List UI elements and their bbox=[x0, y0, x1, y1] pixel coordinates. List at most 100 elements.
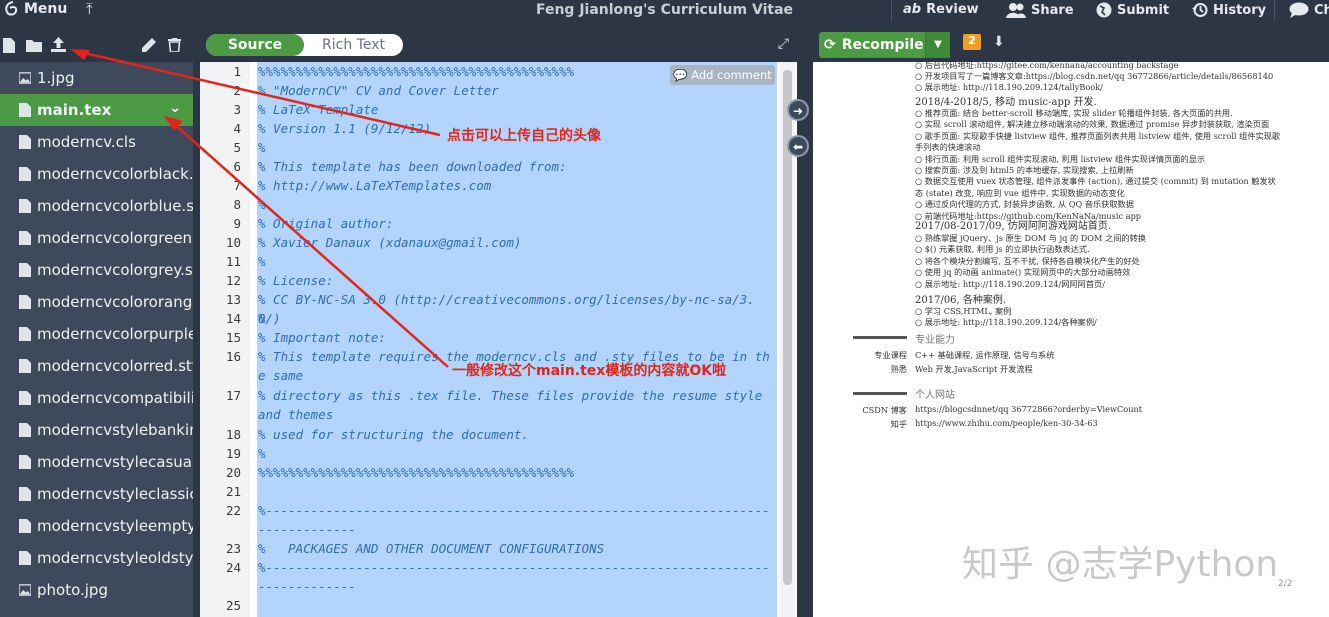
chevron-down-icon[interactable]: ⌄ bbox=[169, 100, 181, 116]
code-line[interactable]: %---------------------------------------… bbox=[258, 558, 773, 596]
upload-icon[interactable] bbox=[51, 37, 66, 52]
file-name: moderncvcompatibility.sty bbox=[37, 389, 193, 407]
file-name: moderncvcolorblue.sty bbox=[37, 197, 193, 215]
cv-line: ○ 熟练掌握 jQuery、js 原生 DOM 与 jq 的 DOM 之间的转换 bbox=[915, 233, 1146, 243]
code-line[interactable]: % PACKAGES AND OTHER DOCUMENT CONFIGURAT… bbox=[258, 539, 773, 558]
review-button[interactable]: ab Review bbox=[903, 2, 979, 17]
code-line[interactable]: % bbox=[258, 309, 773, 328]
file-item[interactable]: 1.jpg bbox=[0, 62, 193, 94]
code-line[interactable]: % directory as this .tex file. These fil… bbox=[258, 386, 773, 424]
code-line[interactable]: % used for structuring the document. bbox=[258, 425, 773, 444]
code-line[interactable]: % bbox=[258, 252, 773, 271]
file-icon bbox=[19, 423, 31, 437]
cv-line: ○ 排行页面: 利用 scroll 组件实现滚动, 利用 listview 组件… bbox=[915, 153, 1206, 164]
file-icon bbox=[19, 135, 31, 149]
rename-pencil-icon[interactable] bbox=[142, 38, 156, 52]
editor-mode-toggle[interactable]: Source Rich Text bbox=[206, 34, 403, 56]
menu-button[interactable]: Menu bbox=[4, 1, 67, 17]
line-number: 3 bbox=[233, 102, 241, 117]
cv-line: ○ $() 元素获取, 利用 js 的立即执行函数表达式. bbox=[915, 244, 1090, 255]
code-line[interactable]: % LaTeX Template bbox=[258, 100, 773, 119]
sync-to-pdf-icon[interactable]: ➜ bbox=[787, 99, 809, 121]
new-file-icon[interactable] bbox=[3, 38, 15, 53]
cv-line: ○ 搜索页面: 涉及到 html5 的本地缓存, 实现搜索, 上拉刷新 bbox=[915, 165, 1134, 175]
line-number: 7 bbox=[233, 178, 241, 193]
chat-button[interactable]: Ch bbox=[1289, 2, 1329, 18]
file-item[interactable]: moderncvcompatibility.sty bbox=[0, 382, 193, 414]
file-item[interactable]: moderncvcolorred.sty bbox=[0, 350, 193, 382]
history-label: History bbox=[1213, 2, 1267, 18]
code-line[interactable]: % Original author: bbox=[258, 214, 773, 233]
expand-editor-icon[interactable]: ⤢ bbox=[778, 36, 789, 52]
file-name: moderncvcolorred.sty bbox=[37, 357, 193, 375]
download-pdf-icon[interactable]: ⬇ bbox=[993, 34, 1005, 50]
file-item[interactable]: moderncvcolorblack.sty bbox=[0, 158, 193, 190]
share-button[interactable]: Share bbox=[1006, 2, 1074, 18]
file-item[interactable]: moderncvcolorpurple.sty bbox=[0, 318, 193, 350]
back-to-projects-icon[interactable]: ⤒ bbox=[86, 0, 93, 18]
new-folder-icon[interactable] bbox=[26, 39, 42, 52]
cv-value: https://www.zhihu.com/people/ken-30-34-6… bbox=[915, 418, 1098, 428]
file-name: moderncvstyleclassic.sty bbox=[37, 485, 193, 503]
cv-line: ○ 使用 jq 的动画 animate() 实现网页中的大部分动画特效 bbox=[915, 267, 1131, 278]
file-item[interactable]: moderncvcolororange.sty bbox=[0, 286, 193, 318]
rich-text-mode-button[interactable]: Rich Text bbox=[304, 34, 403, 56]
cv-line: 态 (state) 改变, 响应到 vue 组件中, 实现数据的动态变化 bbox=[915, 187, 1125, 198]
cv-entry-heading: 2017/06, 各种案例. bbox=[915, 295, 1007, 306]
sidebar-resize-handle[interactable] bbox=[193, 22, 200, 617]
line-number: 14 bbox=[225, 311, 241, 326]
file-tree-toolbar bbox=[0, 22, 193, 62]
history-button[interactable]: History bbox=[1192, 2, 1266, 18]
file-name: moderncvcolorgreen.sty bbox=[37, 229, 193, 247]
cv-line: ○ 数据交互使用 vuex 状态管理, 组件派发事件 (action), 通过提… bbox=[915, 176, 1276, 187]
cv-label: 专业课程 bbox=[874, 350, 907, 360]
submit-button[interactable]: Submit bbox=[1096, 2, 1169, 18]
file-item[interactable]: photo.jpg bbox=[0, 574, 193, 606]
file-name: moderncvcolorgrey.sty bbox=[37, 261, 193, 279]
file-item[interactable]: moderncvstyleclassic.sty bbox=[0, 478, 193, 510]
overleaf-logo-icon bbox=[5, 1, 18, 16]
code-line[interactable]: %%%%%%%%%%%%%%%%%%%%%%%%%%%%%%%%%%%%%%%%… bbox=[258, 463, 773, 482]
code-line[interactable]: % This template requires the moderncv.cl… bbox=[258, 347, 773, 385]
code-line[interactable]: % http://www.LaTeXTemplates.com bbox=[258, 176, 773, 195]
share-label: Share bbox=[1031, 2, 1074, 18]
delete-trash-icon[interactable] bbox=[168, 38, 181, 52]
file-item[interactable]: moderncvcolorgreen.sty bbox=[0, 222, 193, 254]
code-editor[interactable]: 1%%%%%%%%%%%%%%%%%%%%%%%%%%%%%%%%%%%%%%%… bbox=[200, 62, 797, 617]
file-item[interactable]: main.tex ⌄ bbox=[0, 94, 193, 126]
code-line[interactable]: %---------------------------------------… bbox=[258, 501, 773, 539]
code-line[interactable]: % bbox=[258, 138, 773, 157]
file-item[interactable]: moderncvstyleoldstyle.sty bbox=[0, 542, 193, 574]
code-line[interactable]: % bbox=[258, 444, 773, 463]
recompile-button[interactable]: ⟳ Recompile ▼ bbox=[819, 32, 950, 58]
code-line[interactable]: % Version 1.1 (9/12/12) bbox=[258, 119, 773, 138]
file-item[interactable]: moderncvstyleempty.sty bbox=[0, 510, 193, 542]
image-icon bbox=[19, 72, 31, 84]
code-line[interactable]: % This template has been downloaded from… bbox=[258, 157, 773, 176]
source-mode-button[interactable]: Source bbox=[206, 34, 304, 56]
file-name: moderncvstylebanking.sty bbox=[37, 421, 193, 439]
code-line[interactable]: % Important note: bbox=[258, 328, 773, 347]
sync-to-code-icon[interactable]: ⬅ bbox=[787, 135, 809, 157]
file-item[interactable]: moderncv.cls bbox=[0, 126, 193, 158]
logs-badge[interactable]: 2 bbox=[963, 34, 981, 50]
file-item[interactable]: moderncvstylebanking.sty bbox=[0, 414, 193, 446]
track-changes-icon: ab bbox=[903, 2, 922, 17]
code-line[interactable]: % License: bbox=[258, 271, 773, 290]
line-number: 9 bbox=[233, 216, 241, 231]
file-item[interactable]: moderncvcolorblue.sty bbox=[0, 190, 193, 222]
code-line[interactable]: % bbox=[258, 195, 773, 214]
line-number: 11 bbox=[225, 254, 241, 269]
chevron-down-icon[interactable]: ▼ bbox=[925, 32, 950, 58]
file-name: moderncvcolororange.sty bbox=[37, 293, 193, 311]
pdf-preview[interactable]: ○ 后台代码地址:https://gitee.com/kennana/accou… bbox=[813, 62, 1329, 617]
cv-label: 知乎 bbox=[890, 419, 907, 429]
cv-line: ○ 通过反向代理的方式, 封装异步函数, 从 QQ 音乐获取数据 bbox=[915, 199, 1134, 210]
file-icon bbox=[19, 167, 31, 181]
file-item[interactable]: moderncvstylecasual.sty bbox=[0, 446, 193, 478]
file-icon bbox=[19, 103, 31, 117]
code-line[interactable]: % Xavier Danaux (xdanaux@gmail.com) bbox=[258, 233, 773, 252]
file-item[interactable]: moderncvcolorgrey.sty bbox=[0, 254, 193, 286]
line-number: 25 bbox=[225, 598, 241, 613]
add-comment-button[interactable]: 💬 Add comment bbox=[670, 65, 775, 85]
